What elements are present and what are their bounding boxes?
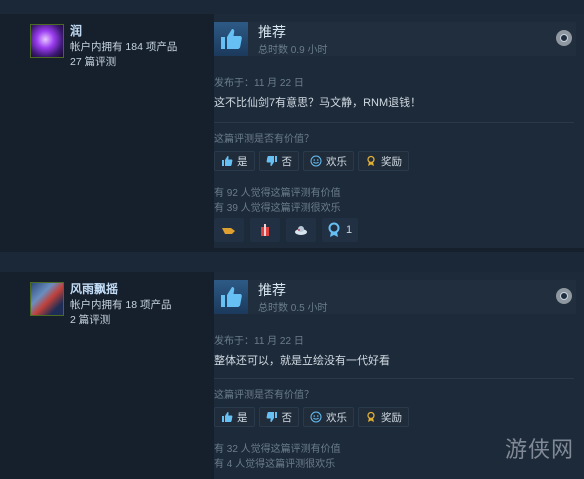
award-count: 1 <box>346 224 353 236</box>
reviewer-name[interactable]: 润 <box>70 22 82 39</box>
no-button[interactable]: 否 <box>258 407 299 427</box>
yes-button[interactable]: 是 <box>214 407 255 427</box>
funny-button[interactable]: 欢乐 <box>303 407 354 427</box>
helpful-count: 有 32 人觉得这篇评测有价值 <box>214 444 341 455</box>
funny-count: 有 39 人觉得这篇评测很欢乐 <box>214 203 341 214</box>
rating-buttons: 是 否 欢乐 奖励 <box>214 407 409 427</box>
funny-count: 有 4 人觉得这篇评测很欢乐 <box>214 459 336 470</box>
hat-award-icon[interactable] <box>286 218 316 242</box>
vote-header[interactable]: 推荐 总时数 0.9 小时 <box>214 22 576 56</box>
thumbs-up-icon <box>214 22 248 56</box>
divider <box>214 122 574 123</box>
hours-played: 总时数 0.5 小时 <box>258 303 328 314</box>
review-verdict: 推荐 <box>258 24 286 40</box>
funny-label: 欢乐 <box>326 155 347 168</box>
award-button[interactable]: 奖励 <box>358 151 409 171</box>
award-label: 奖励 <box>381 155 402 168</box>
hand-award-icon[interactable] <box>214 218 244 242</box>
steam-icon <box>556 288 572 304</box>
no-label: 否 <box>281 155 293 168</box>
review-content: 推荐 总时数 0.9 小时 发布于：11 月 22 日 这不比仙剑7有意思？马文… <box>214 14 584 248</box>
reviewer-products[interactable]: 帐户内拥有 18 项产品 <box>70 297 172 312</box>
review-text: 这不比仙剑7有意思？马文静，RNM退钱！ <box>214 97 422 109</box>
awards-list: 1 <box>214 218 359 242</box>
review-card: 润 帐户内拥有 184 项产品 27 篇评测 推荐 总时数 0.9 小时 发布于… <box>0 14 584 252</box>
thumbs-down-icon <box>266 412 277 422</box>
award-label: 奖励 <box>381 411 402 424</box>
rating-buttons: 是 否 欢乐 奖励 <box>214 151 409 171</box>
award-medal-icon <box>367 411 375 422</box>
avatar[interactable] <box>30 282 64 316</box>
reviewer-name[interactable]: 风雨飘摇 <box>70 280 118 297</box>
yes-label: 是 <box>237 155 248 168</box>
funny-label: 欢乐 <box>326 411 347 424</box>
no-label: 否 <box>281 411 293 424</box>
thumbs-down-icon <box>266 156 277 166</box>
smile-icon <box>310 155 322 167</box>
review-card: 风雨飘摇 帐户内拥有 18 项产品 2 篇评测 推荐 总时数 0.5 小时 发布… <box>0 272 584 479</box>
award-button[interactable]: 奖励 <box>358 407 409 427</box>
helpful-count: 有 92 人觉得这篇评测有价值 <box>214 188 341 199</box>
no-button[interactable]: 否 <box>258 151 299 171</box>
site-watermark: 游侠网 <box>505 438 575 463</box>
gift-award-icon[interactable] <box>250 218 280 242</box>
vote-header[interactable]: 推荐 总时数 0.5 小时 <box>214 280 576 314</box>
thumbs-up-icon <box>222 156 233 166</box>
yes-label: 是 <box>237 411 248 424</box>
smile-icon <box>310 411 322 423</box>
reviewer-review-count[interactable]: 2 篇评测 <box>70 312 110 327</box>
divider <box>214 378 574 379</box>
yes-button[interactable]: 是 <box>214 151 255 171</box>
review-text: 整体还可以，就是立绘没有一代好看 <box>214 355 390 367</box>
helpful-question: 这篇评测是否有价值？ <box>214 390 314 401</box>
avatar[interactable] <box>30 24 64 58</box>
posted-date: 发布于：11 月 22 日 <box>214 336 304 347</box>
reviewer-products[interactable]: 帐户内拥有 184 项产品 <box>70 39 177 54</box>
thumbs-up-icon <box>214 280 248 314</box>
posted-date: 发布于：11 月 22 日 <box>214 78 304 89</box>
hours-played: 总时数 0.9 小时 <box>258 45 328 56</box>
helpful-question: 这篇评测是否有价值？ <box>214 134 314 145</box>
ribbon-award-icon[interactable]: 1 <box>322 218 359 242</box>
steam-icon <box>556 30 572 46</box>
award-medal-icon <box>367 155 375 166</box>
reviewer-review-count[interactable]: 27 篇评测 <box>70 54 116 69</box>
thumbs-up-icon <box>222 412 233 422</box>
funny-button[interactable]: 欢乐 <box>303 151 354 171</box>
review-verdict: 推荐 <box>258 282 286 298</box>
